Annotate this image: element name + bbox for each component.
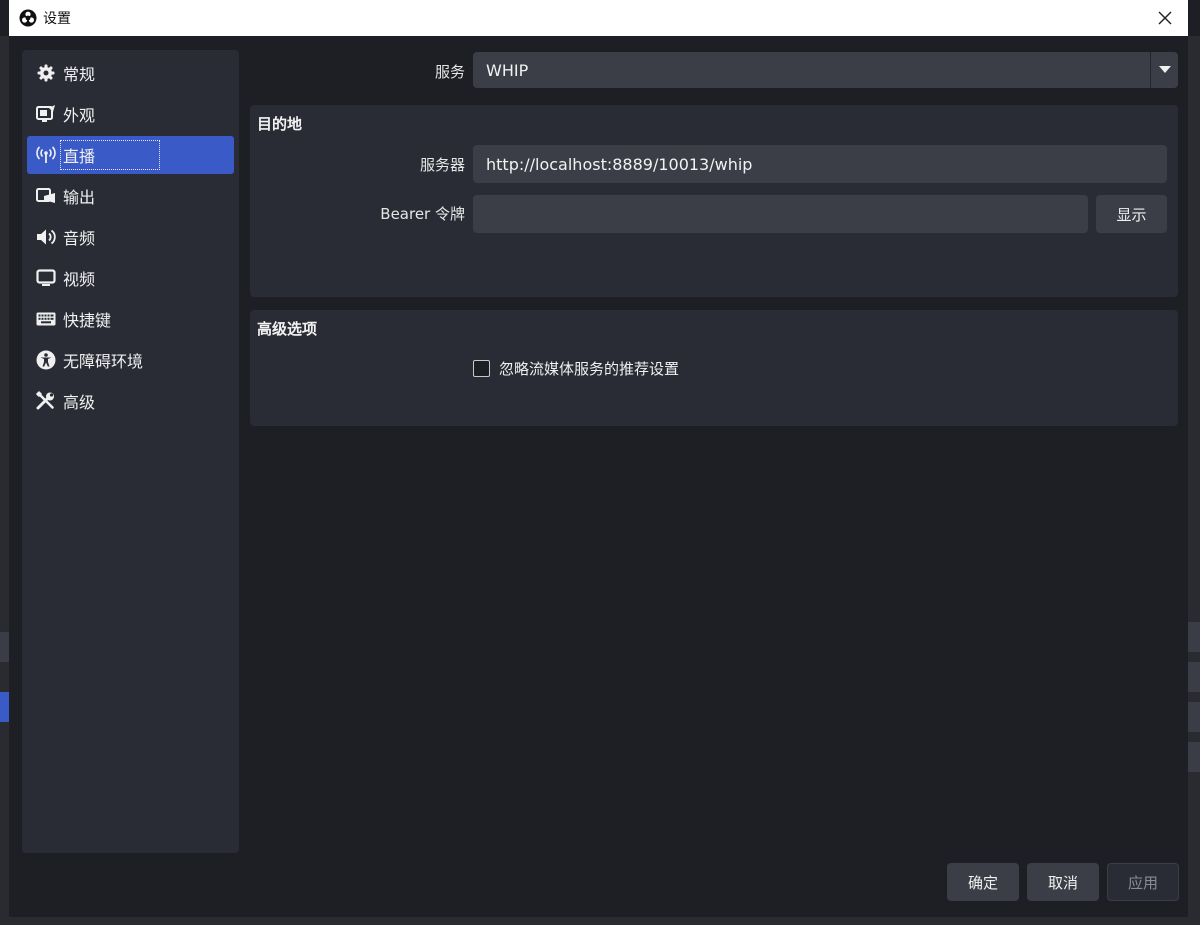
background-app-strip — [1188, 662, 1200, 692]
background-app-right-edge — [1188, 36, 1200, 925]
sidebar-item-label: 音频 — [63, 229, 96, 248]
sidebar-item-label: 视频 — [63, 270, 96, 289]
background-app-bottom-edge — [0, 917, 1200, 925]
server-input[interactable]: http://localhost:8889/10013/whip — [473, 145, 1167, 183]
service-label: 服务 — [434, 63, 465, 81]
sidebar-item-accessibility[interactable]: 无障碍环境 — [27, 341, 234, 379]
sidebar-item-label: 无障碍环境 — [63, 352, 144, 371]
monitor-icon — [36, 268, 56, 288]
settings-window: 设置 常规 外观 直播 输出 音频 视频 快捷键 无障碍环境 高级 服务 WHI… — [9, 0, 1188, 917]
output-icon — [36, 186, 56, 206]
title-bar: 设置 — [9, 0, 1188, 36]
sidebar-item-general[interactable]: 常规 — [27, 54, 234, 92]
destination-title: 目的地 — [257, 115, 303, 133]
appearance-icon — [36, 104, 56, 124]
advanced-options-group: 高级选项 忽略流媒体服务的推荐设置 — [250, 310, 1178, 426]
background-app-strip-selected — [0, 692, 9, 722]
broadcast-icon — [36, 145, 56, 165]
server-label: 服务器 — [419, 156, 465, 174]
close-icon — [1158, 11, 1172, 25]
service-select-value: WHIP — [486, 60, 529, 80]
advanced-options-title: 高级选项 — [257, 320, 318, 338]
sidebar-item-advanced[interactable]: 高级 — [27, 382, 234, 420]
destination-group: 目的地 服务器 http://localhost:8889/10013/whip… — [250, 105, 1178, 297]
sidebar-item-audio[interactable]: 音频 — [27, 218, 234, 256]
ignore-recommendations-checkbox[interactable] — [473, 360, 490, 377]
sidebar-item-label: 直播 — [60, 140, 161, 170]
background-app-strip — [1188, 622, 1200, 652]
settings-sidebar: 常规 外观 直播 输出 音频 视频 快捷键 无障碍环境 高级 — [22, 50, 239, 853]
sidebar-item-appearance[interactable]: 外观 — [27, 95, 234, 133]
sidebar-item-label: 快捷键 — [63, 311, 112, 330]
dialog-button-bar: 确定 取消 应用 — [9, 863, 1188, 901]
background-app-strip — [0, 632, 9, 662]
apply-button[interactable]: 应用 — [1107, 863, 1179, 901]
sidebar-item-label: 外观 — [63, 106, 96, 125]
service-select[interactable]: WHIP — [473, 52, 1178, 88]
background-app-left-edge — [0, 36, 9, 925]
dropdown-arrow[interactable] — [1150, 52, 1178, 88]
close-button[interactable] — [1142, 0, 1188, 36]
chevron-down-icon — [1158, 66, 1171, 73]
sidebar-item-stream[interactable]: 直播 — [27, 136, 234, 174]
ignore-recommendations-label: 忽略流媒体服务的推荐设置 — [499, 360, 680, 378]
cancel-button[interactable]: 取消 — [1027, 863, 1099, 901]
background-app-strip — [1188, 702, 1200, 732]
sidebar-item-video[interactable]: 视频 — [27, 259, 234, 297]
sidebar-item-label: 常规 — [63, 65, 96, 84]
ignore-recommendations-option[interactable]: 忽略流媒体服务的推荐设置 — [473, 358, 679, 379]
obs-logo-icon — [19, 9, 37, 27]
bearer-token-label: Bearer 令牌 — [380, 205, 465, 223]
service-row: 服务 WHIP — [250, 52, 1178, 88]
speaker-icon — [36, 227, 56, 247]
tools-icon — [36, 391, 56, 411]
sidebar-item-hotkeys[interactable]: 快捷键 — [27, 300, 234, 338]
ok-button[interactable]: 确定 — [947, 863, 1019, 901]
show-token-button[interactable]: 显示 — [1096, 195, 1167, 233]
bearer-token-input[interactable] — [473, 195, 1088, 233]
gear-icon — [36, 63, 56, 83]
sidebar-item-output[interactable]: 输出 — [27, 177, 234, 215]
keyboard-icon — [36, 309, 56, 329]
window-title: 设置 — [43, 11, 71, 27]
sidebar-item-label: 高级 — [63, 393, 96, 412]
sidebar-item-label: 输出 — [63, 188, 96, 207]
background-app-strip — [1188, 742, 1200, 772]
accessibility-icon — [36, 350, 56, 370]
